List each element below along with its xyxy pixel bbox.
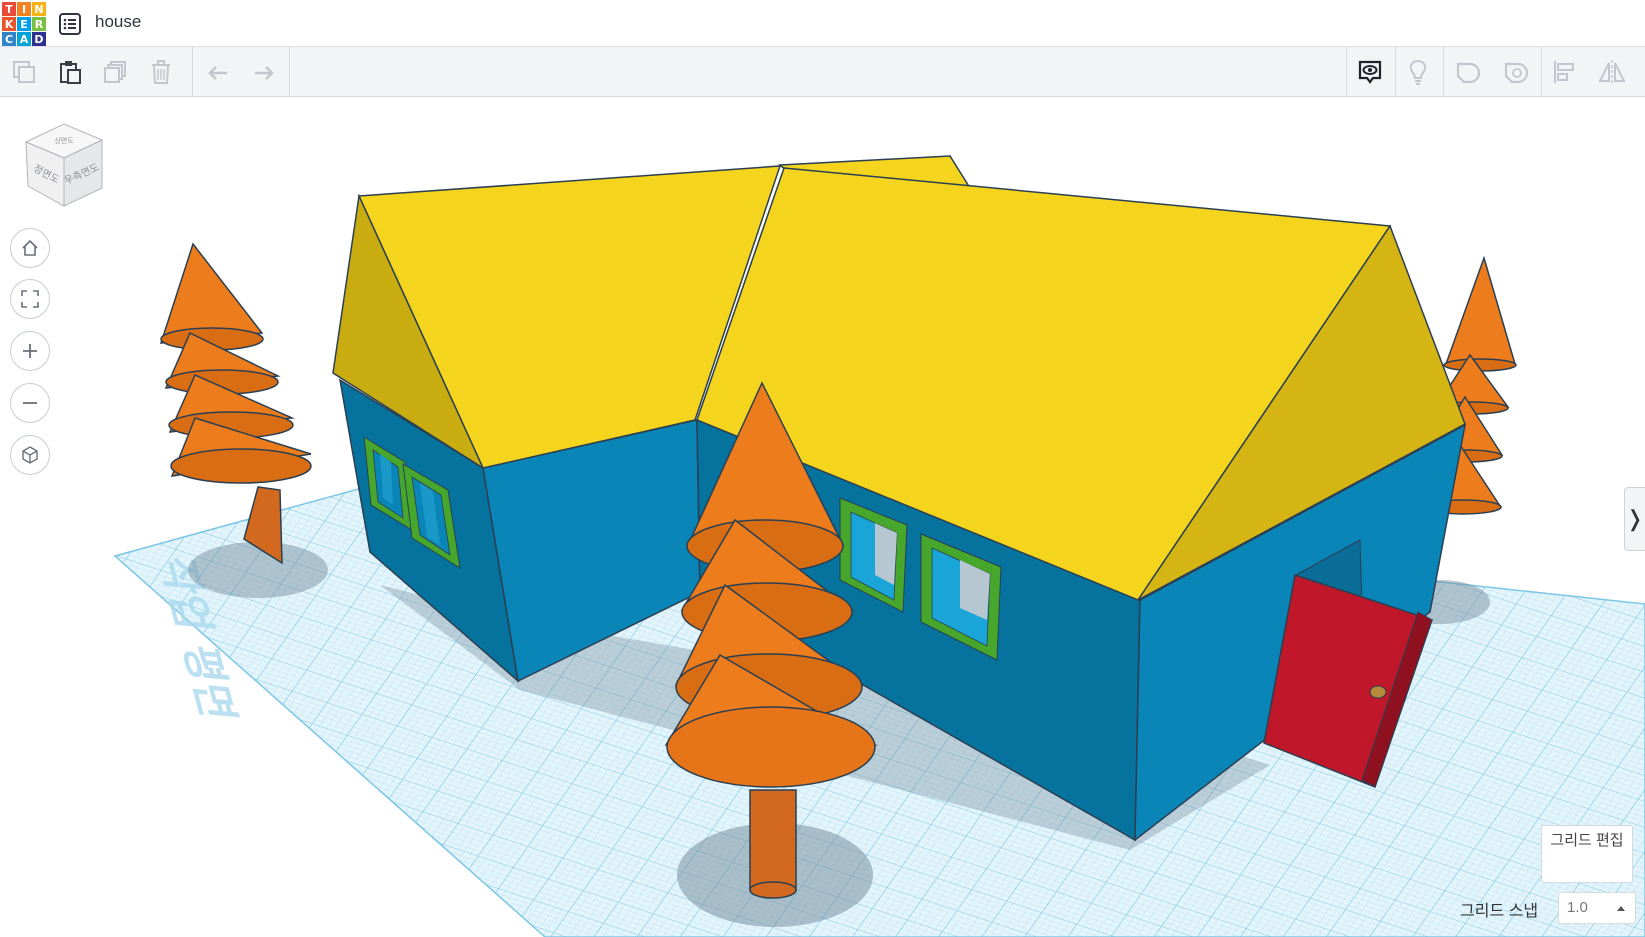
logo-letter: I	[17, 2, 31, 16]
view-cube-top-label: 상면도	[54, 136, 74, 145]
tinkercad-logo[interactable]: T I N K E R C A D	[2, 2, 46, 46]
fit-view-icon[interactable]	[10, 279, 50, 319]
solid-shape-icon[interactable]	[1450, 54, 1486, 90]
mirror-icon[interactable]	[1594, 54, 1630, 90]
grid-snap-select[interactable]: 1.0	[1558, 892, 1636, 924]
tree-shadow	[188, 542, 328, 598]
undo-icon[interactable]	[200, 54, 236, 90]
toolbar-divider	[1541, 47, 1542, 96]
home-icon[interactable]	[10, 228, 50, 268]
logo-letter: R	[32, 17, 46, 31]
delete-icon[interactable]	[143, 54, 179, 90]
design-title[interactable]: house	[95, 12, 141, 32]
logo-letter: C	[2, 32, 16, 46]
grid-snap-label: 그리드 스냅	[1460, 903, 1539, 920]
caret-up-icon	[1617, 906, 1625, 911]
logo-letter: N	[32, 2, 46, 16]
duplicate-icon[interactable]	[97, 54, 133, 90]
top-bar: T I N K E R C A D house	[0, 0, 1645, 47]
paste-icon[interactable]	[52, 54, 88, 90]
ortho-view-icon[interactable]	[10, 435, 50, 475]
zoom-in-icon[interactable]	[10, 331, 50, 371]
toolbar-divider	[1443, 47, 1444, 96]
chevron-right-icon: ❭	[1625, 506, 1645, 531]
align-icon[interactable]	[1547, 54, 1583, 90]
3d-viewport[interactable]: 작업 평면 상면도 정면도 우측면도 ❭ 그리드 편집 그리드 스냅 1.0	[0, 97, 1645, 937]
logo-letter: K	[2, 17, 16, 31]
workplane-scene[interactable]: 작업 평면	[0, 97, 1645, 937]
logo-letter: T	[2, 2, 16, 16]
toolbar	[0, 47, 1645, 97]
edit-grid-button[interactable]: 그리드 편집	[1541, 825, 1633, 883]
toolbar-divider	[192, 47, 193, 96]
expand-panel-tab[interactable]: ❭	[1624, 487, 1645, 551]
view-cube[interactable]: 상면도 정면도 우측면도	[20, 122, 110, 212]
hole-shape-icon[interactable]	[1498, 54, 1534, 90]
list-icon[interactable]	[58, 12, 82, 36]
logo-letter: E	[17, 17, 31, 31]
toolbar-divider	[1346, 47, 1347, 96]
copy-icon[interactable]	[6, 54, 42, 90]
light-bulb-icon[interactable]	[1400, 54, 1436, 90]
redo-icon[interactable]	[246, 54, 282, 90]
show-all-icon[interactable]	[1352, 54, 1388, 90]
toolbar-divider	[1395, 47, 1396, 96]
logo-letter: A	[17, 32, 31, 46]
logo-letter: D	[32, 32, 46, 46]
grid-snap-value: 1.0	[1567, 899, 1588, 916]
zoom-out-icon[interactable]	[10, 383, 50, 423]
toolbar-divider	[289, 47, 290, 96]
